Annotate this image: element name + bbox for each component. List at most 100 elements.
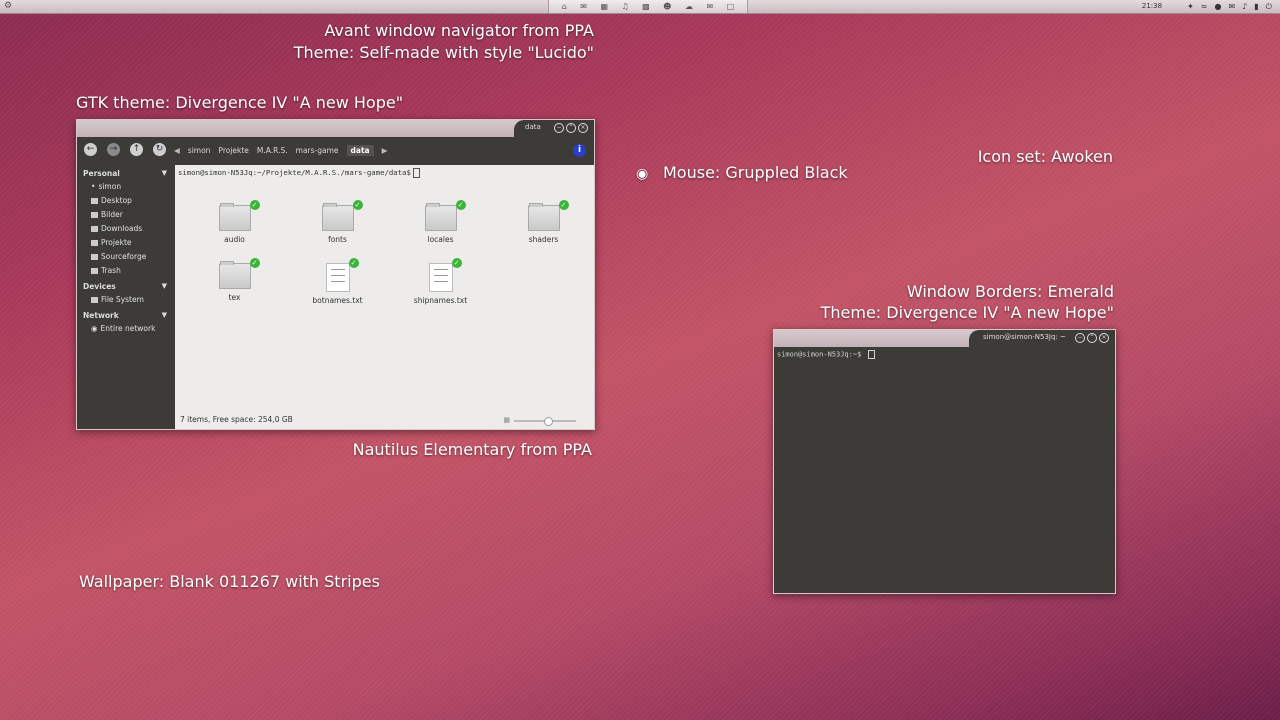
top-panel: ⚙ ⌂ ✉ ▦ ♫ ▩ ☻ ☁ ✉ □ 21:38 ✦ ≈ ● ✉ ♪ ▮ ⏻	[0, 0, 1280, 14]
synced-emblem-icon: ✓	[455, 200, 466, 210]
sidebar-header-network: Network	[83, 311, 119, 320]
breadcrumb-right-arrow-icon[interactable]: ▶	[382, 146, 388, 156]
file-label: shipnames.txt	[413, 296, 468, 305]
file-item-botnames[interactable]: ✓ botnames.txt	[286, 258, 389, 307]
window-title: simon@simon-N53Jq: ~	[983, 333, 1066, 341]
location-text: simon@simon-N53Jq:~/Projekte/M.A.R.S./ma…	[178, 168, 411, 177]
email-icon[interactable]: ✉	[706, 0, 713, 13]
titlebar-tab: data − ⌃ ×	[514, 120, 594, 137]
up-button[interactable]: ↑	[130, 143, 143, 156]
sidebar-section-devices: Devices ▼	[77, 282, 175, 293]
headphones-icon[interactable]: ♫	[621, 0, 628, 13]
breadcrumb-projekte[interactable]: Projekte	[218, 146, 249, 156]
window-icon[interactable]: □	[727, 0, 735, 13]
text-file-icon: ✓	[325, 258, 359, 292]
mail-icon[interactable]: ✉	[580, 0, 587, 13]
home-icon[interactable]: ⌂	[562, 0, 567, 13]
titlebar[interactable]: simon@simon-N53Jq: ~ − ⌃ ×	[774, 330, 1115, 347]
sidebar-item-label: simon	[98, 182, 122, 191]
apps-icon[interactable]: ▩	[642, 0, 650, 13]
sidebar-item-projekte[interactable]: Projekte	[77, 236, 175, 250]
cloud-icon[interactable]: ☁	[685, 0, 693, 13]
file-item-shipnames[interactable]: ✓ shipnames.txt	[389, 258, 492, 307]
file-item-fonts[interactable]: ✓ fonts	[286, 200, 389, 249]
close-icon[interactable]: ×	[578, 123, 588, 133]
sidebar-item-label: Downloads	[101, 224, 143, 233]
home-icon: •	[91, 182, 96, 191]
sidebar-item-file-system[interactable]: File System	[77, 293, 175, 307]
collapse-icon[interactable]: ▼	[162, 282, 167, 290]
file-item-tex[interactable]: ✓ tex	[183, 258, 286, 307]
folder-icon	[91, 254, 98, 260]
folder-icon: ✓	[218, 200, 260, 231]
breadcrumb-left-arrow-icon[interactable]: ◀	[174, 146, 180, 156]
folder-icon: ✓	[321, 200, 363, 231]
folder-icon	[91, 240, 98, 246]
volume-icon[interactable]: ♪	[1242, 0, 1247, 13]
sidebar-item-trash[interactable]: Trash	[77, 264, 175, 278]
avant-launcher-icon[interactable]: ⚙	[4, 0, 12, 13]
sidebar-item-label: File System	[101, 295, 144, 304]
breadcrumb-mars-game[interactable]: mars-game	[296, 146, 339, 156]
file-item-locales[interactable]: ✓ locales	[389, 200, 492, 249]
file-view: simon@simon-N53Jq:~/Projekte/M.A.R.S./ma…	[175, 165, 594, 429]
terminal-body[interactable]: simon@simon-N53Jq:~$	[774, 347, 1115, 593]
zoom-slider[interactable]	[514, 417, 576, 426]
maximize-icon[interactable]: ⌃	[566, 123, 576, 133]
sidebar-item-desktop[interactable]: Desktop	[77, 194, 175, 208]
network-icon[interactable]: ●	[1214, 0, 1221, 13]
sidebar-section-personal: Personal ▼	[77, 169, 175, 180]
reload-button[interactable]: ↻	[153, 143, 166, 156]
trash-icon	[91, 268, 98, 274]
folder-icon: ✓	[218, 258, 260, 289]
text-file-icon: ✓	[428, 258, 462, 292]
grid-icon[interactable]: ▦	[600, 0, 608, 13]
power-icon[interactable]: ⏻	[1266, 0, 1272, 13]
synced-emblem-icon: ✓	[249, 258, 260, 268]
collapse-icon[interactable]: ▼	[162, 311, 167, 319]
pictures-icon	[91, 212, 98, 218]
breadcrumb-data[interactable]: data	[346, 145, 374, 156]
sidebar-item-sourceforge[interactable]: Sourceforge	[77, 250, 175, 264]
battery-icon[interactable]: ▮	[1254, 0, 1258, 13]
annotation-gtk: GTK theme: Divergence IV "A new Hope"	[76, 93, 404, 112]
file-item-shaders[interactable]: ✓ shaders	[492, 200, 595, 249]
minimize-icon[interactable]: −	[1075, 333, 1085, 343]
clock[interactable]: 21:38	[1142, 0, 1162, 13]
collapse-icon[interactable]: ▼	[162, 169, 167, 177]
breadcrumb-simon[interactable]: simon	[188, 146, 211, 156]
location-bar[interactable]: simon@simon-N53Jq:~/Projekte/M.A.R.S./ma…	[178, 168, 420, 178]
prompt-text: simon@simon-N53Jq:~$	[777, 350, 862, 359]
annotation-borders: Window Borders: Emerald	[906, 282, 1114, 301]
window-buttons: − ⌃ ×	[554, 123, 588, 133]
info-icon[interactable]: i	[573, 144, 586, 157]
dropbox-icon[interactable]: ✦	[1187, 0, 1194, 13]
close-icon[interactable]: ×	[1099, 333, 1109, 343]
back-button[interactable]: ←	[84, 143, 97, 156]
sidebar-item-label: Projekte	[101, 238, 132, 247]
sidebar-item-downloads[interactable]: Downloads	[77, 222, 175, 236]
messaging-icon[interactable]: ✉	[1228, 0, 1235, 13]
sidebar-item-bilder[interactable]: Bilder	[77, 208, 175, 222]
file-grid: ✓ audio ✓ fonts ✓ locales ✓ shaders ✓ te…	[183, 200, 591, 307]
titlebar[interactable]: data − ⌃ ×	[77, 120, 594, 137]
sidebar-item-label: Bilder	[101, 210, 123, 219]
synced-emblem-icon: ✓	[352, 200, 363, 210]
file-item-audio[interactable]: ✓ audio	[183, 200, 286, 249]
sidebar-item-simon[interactable]: • simon	[77, 180, 175, 194]
minimize-icon[interactable]: −	[554, 123, 564, 133]
annotation-wallpaper: Wallpaper: Blank 011267 with Stripes	[79, 572, 380, 591]
sidebar-item-entire-network[interactable]: ◉ Entire network	[77, 322, 175, 336]
wifi-icon[interactable]: ≈	[1201, 0, 1208, 13]
chat-icon[interactable]: ☻	[663, 0, 671, 13]
maximize-icon[interactable]: ⌃	[1087, 333, 1097, 343]
annotation-theme-lucido: Theme: Self-made with style "Lucido"	[293, 43, 594, 62]
synced-emblem-icon: ✓	[558, 200, 569, 210]
forward-button[interactable]: →	[107, 143, 120, 156]
downloads-icon	[91, 226, 98, 232]
folder-icon: ✓	[424, 200, 466, 231]
breadcrumb-mars[interactable]: M.A.R.S.	[257, 146, 288, 156]
annotation-avant: Avant window navigator from PPA	[324, 21, 594, 40]
zoom-slider-handle[interactable]	[544, 417, 554, 426]
file-label: audio	[224, 235, 245, 244]
